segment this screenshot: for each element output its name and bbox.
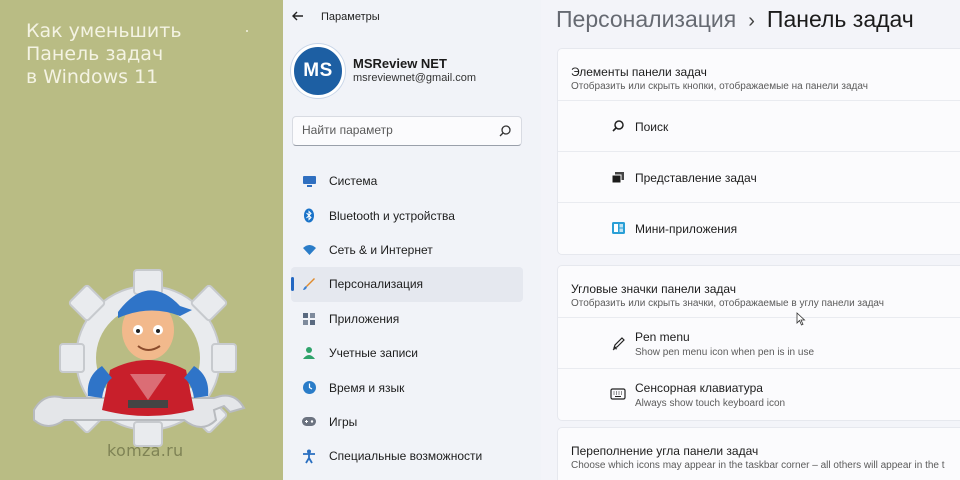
breadcrumb: Персонализация › Панель задач [556, 6, 914, 33]
sidebar-item-label: Специальные возможности [329, 449, 483, 464]
setting-label: Сенсорная клавиатура [635, 381, 763, 395]
decorative-dot [246, 30, 248, 32]
banner-title: Как уменьшить Панель задач в Windows 11 [26, 20, 266, 89]
wifi-icon [301, 242, 317, 258]
setting-row-widgets[interactable]: Мини-приложения [558, 203, 960, 254]
sidebar-item-time-language[interactable]: Время и язык [291, 370, 523, 404]
pen-icon [610, 335, 626, 351]
avatar[interactable]: MS [291, 44, 345, 98]
person-icon [301, 345, 317, 361]
section-title: Элементы панели задач [571, 65, 707, 79]
search-input[interactable] [302, 123, 492, 137]
setting-row-task-view[interactable]: Представление задач [558, 152, 960, 203]
sidebar-item-accounts[interactable]: Учетные записи [291, 336, 523, 370]
search-box[interactable] [292, 116, 522, 146]
bluetooth-icon [301, 208, 317, 224]
taskbar-corner-icons-section: Угловые значки панели задач Отобразить и… [557, 265, 960, 421]
task-view-icon [610, 169, 626, 185]
section-header[interactable]: Переполнение угла панели задач Choose wh… [558, 428, 960, 480]
setting-label: Мини-приложения [635, 222, 738, 236]
clock-globe-icon [301, 380, 317, 396]
setting-row-pen-menu[interactable]: Pen menu Show pen menu icon when pen is … [558, 318, 960, 369]
keyboard-icon [610, 386, 626, 402]
section-title: Угловые значки панели задач [571, 282, 737, 296]
breadcrumb-parent[interactable]: Персонализация [556, 6, 736, 32]
sidebar-item-label: Bluetooth и устройства [329, 208, 455, 223]
sidebar-item-system[interactable]: Система [291, 164, 523, 198]
section-subtitle: Отобразить или скрыть кнопки, отображаем… [571, 81, 868, 92]
setting-row-search[interactable]: Поиск [558, 101, 960, 152]
mouse-cursor-icon [796, 312, 806, 326]
content-pane: Персонализация › Панель задач Элементы пан… [541, 0, 960, 480]
sidebar-item-personalization[interactable]: Персонализация [291, 267, 523, 302]
user-email: msreviewnet@gmail.com [353, 72, 477, 84]
back-arrow-icon[interactable] [291, 9, 307, 25]
widgets-icon [610, 220, 626, 236]
taskbar-corner-overflow-section[interactable]: Переполнение угла панели задач Choose wh… [557, 427, 960, 480]
site-watermark: komza.ru [107, 441, 184, 460]
setting-label: Pen menu [635, 330, 690, 344]
section-header[interactable]: Элементы панели задач Отобразить или скр… [558, 49, 960, 101]
app-title: Параметры [321, 11, 380, 23]
sidebar-item-label: Приложения [329, 311, 400, 326]
sidebar-item-accessibility[interactable]: Специальные возможности [291, 439, 523, 473]
nav-list: Система Bluetooth и устройства Сеть & и … [291, 164, 523, 474]
setting-label: Поиск [635, 120, 669, 134]
banner-title-line: в Windows 11 [26, 66, 159, 88]
brush-icon [301, 276, 317, 292]
setting-row-touch-keyboard[interactable]: Сенсорная клавиатура Always show touch k… [558, 369, 960, 420]
banner-title-line: Панель задач [26, 43, 164, 65]
sidebar-item-label: Система [329, 174, 378, 189]
taskbar-items-section: Элементы панели задач Отобразить или скр… [557, 48, 960, 255]
section-header[interactable]: Угловые значки панели задач Отобразить и… [558, 266, 960, 318]
breadcrumb-separator: › [748, 10, 755, 32]
apps-icon [301, 311, 317, 327]
section-subtitle: Отобразить или скрыть значки, отображаем… [571, 298, 884, 309]
search-icon[interactable] [498, 124, 512, 138]
monitor-icon [301, 173, 317, 189]
sidebar-item-label: Учетные записи [329, 346, 418, 361]
settings-window: Параметры MS MSReview NET msreviewnet@gm… [283, 0, 960, 480]
search-icon [610, 118, 626, 134]
accessibility-icon [301, 448, 317, 464]
sidebar-item-label: Сеть & и Интернет [329, 242, 433, 257]
page-title: Панель задач [766, 6, 914, 32]
sidebar-item-network[interactable]: Сеть & и Интернет [291, 233, 523, 267]
banner-title-line: Как уменьшить [26, 20, 182, 42]
sidebar-item-bluetooth[interactable]: Bluetooth и устройства [291, 198, 523, 232]
article-banner: Как уменьшить Панель задач в Windows 11 [0, 0, 283, 480]
sidebar-item-label: Время и язык [329, 380, 405, 395]
sidebar-item-label: Персонализация [329, 277, 424, 292]
sidebar-item-gaming[interactable]: Игры [291, 405, 523, 439]
mechanic-mascot-logo [33, 269, 246, 447]
section-subtitle: Choose which icons may appear in the tas… [571, 460, 945, 471]
section-title: Переполнение угла панели задач [571, 444, 759, 458]
setting-description: Show pen menu icon when pen is in use [635, 347, 815, 358]
gamepad-icon [301, 414, 317, 430]
setting-description: Always show touch keyboard icon [635, 398, 786, 409]
sidebar-item-apps[interactable]: Приложения [291, 302, 523, 336]
sidebar-item-label: Игры [329, 414, 358, 429]
user-name: MSReview NET [353, 56, 447, 71]
setting-label: Представление задач [635, 171, 757, 185]
navigation-pane: Параметры MS MSReview NET msreviewnet@gm… [283, 0, 541, 480]
